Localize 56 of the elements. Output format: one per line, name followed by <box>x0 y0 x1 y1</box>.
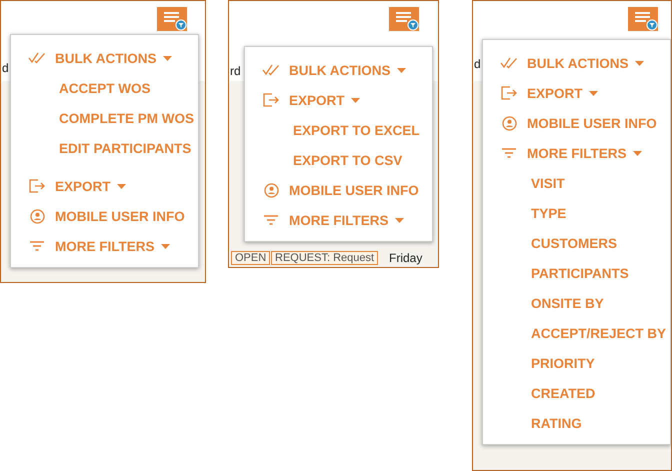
submenu-item[interactable]: EDIT PARTICIPANTS <box>59 140 192 156</box>
menu-button[interactable] <box>389 7 419 31</box>
caret-icon <box>116 184 126 188</box>
submenu-item[interactable]: PRIORITY <box>531 356 595 370</box>
caret-icon <box>396 68 406 72</box>
submenu-item[interactable]: CREATED <box>531 386 596 400</box>
caret-icon <box>162 56 172 60</box>
menu-item[interactable]: MOBILE USER INFO <box>289 182 419 198</box>
submenu-item[interactable]: RATING <box>531 416 582 430</box>
caret-icon <box>394 218 404 222</box>
submenu-item[interactable]: PARTICIPANTS <box>531 266 629 280</box>
export-icon <box>28 179 46 193</box>
user-icon <box>502 116 516 130</box>
user-icon <box>30 208 44 224</box>
double-check-icon <box>500 57 518 69</box>
submenu-item[interactable]: EXPORT TO CSV <box>293 152 402 168</box>
menu-item[interactable]: EXPORT <box>527 86 598 100</box>
caret-icon <box>632 150 642 156</box>
export-icon <box>500 86 518 100</box>
filter-icon <box>263 214 279 226</box>
filter-icon <box>501 147 517 159</box>
submenu-item[interactable]: VISIT <box>531 176 565 190</box>
menu-item[interactable]: MOBILE USER INFO <box>527 116 657 130</box>
double-check-icon <box>28 52 46 64</box>
submenu-item[interactable]: TYPE <box>531 206 566 220</box>
submenu-item[interactable]: CUSTOMERS <box>531 236 618 250</box>
table-cell: OPEN <box>231 251 270 265</box>
double-check-icon <box>262 64 280 76</box>
menu-item[interactable]: EXPORT <box>289 92 360 108</box>
submenu-item[interactable]: COMPLETE PM WOS <box>59 110 194 126</box>
user-icon <box>264 182 278 198</box>
page-text: Friday <box>389 251 422 265</box>
caret-icon <box>634 60 644 66</box>
caret-icon <box>350 98 360 102</box>
menu-item[interactable]: MORE FILTERS <box>527 146 642 160</box>
menu-item[interactable]: MORE FILTERS <box>289 212 404 228</box>
menu-item[interactable]: MOBILE USER INFO <box>55 208 185 224</box>
caret-icon <box>588 90 598 96</box>
submenu-item[interactable]: ACCEPT WOS <box>59 80 151 96</box>
menu-button[interactable] <box>628 7 658 31</box>
table-cell: REQUEST: Request <box>271 251 378 265</box>
submenu-item[interactable]: EXPORT TO EXCEL <box>293 122 420 138</box>
export-icon <box>262 93 280 107</box>
page-text: rd <box>230 64 241 78</box>
page-text: d <box>2 61 9 75</box>
menu-item[interactable]: BULK ACTIONS <box>527 56 644 70</box>
menu-item[interactable]: EXPORT <box>55 178 126 194</box>
menu-button[interactable] <box>157 7 187 31</box>
page-text: d <box>474 57 481 71</box>
filter-icon <box>29 240 45 252</box>
submenu-item[interactable]: ACCEPT/REJECT BY <box>531 326 666 340</box>
menu-item[interactable]: BULK ACTIONS <box>289 62 406 78</box>
menu-item[interactable]: MORE FILTERS <box>55 238 170 254</box>
submenu-item[interactable]: ONSITE BY <box>531 296 604 310</box>
caret-icon <box>160 244 170 248</box>
menu-item[interactable]: BULK ACTIONS <box>55 50 172 66</box>
